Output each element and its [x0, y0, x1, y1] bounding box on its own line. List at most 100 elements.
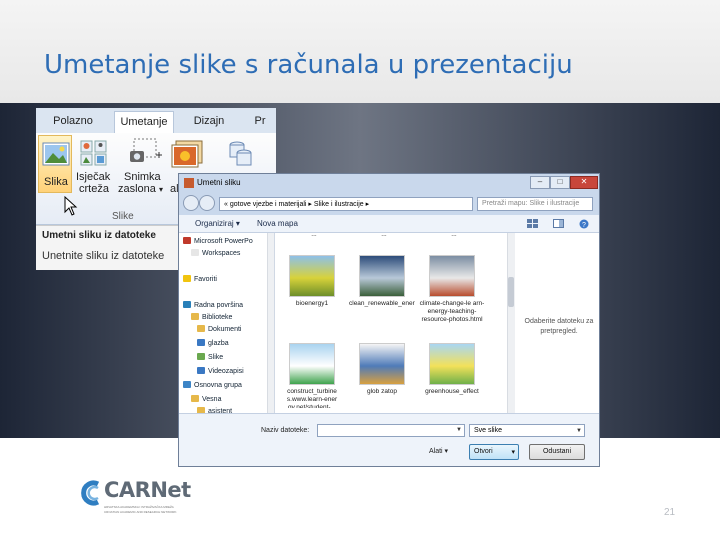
tab-partial[interactable]: Pr: [248, 111, 272, 133]
address-bar[interactable]: « gotove vjezbe i materijali ▸ Slike i i…: [219, 197, 473, 211]
nav-item-label: Dokumenti: [208, 326, 242, 333]
nav-item[interactable]: Videozapisi: [197, 367, 244, 377]
slide-title: Umetanje slike s računala u prezentaciju: [44, 50, 573, 80]
view-options-icon[interactable]: [527, 219, 539, 229]
dialog-footer: Naziv datoteke: ▼ Sve slike ▼ Alati ▾ Ot…: [179, 413, 599, 466]
file-type-value: Sve slike: [474, 427, 503, 434]
screenshot-label-1: Snimka: [124, 171, 161, 183]
folder-icon: [191, 395, 199, 402]
search-input[interactable]: Pretraži mapu: Slike i ilustracije: [477, 197, 593, 211]
nav-item[interactable]: Osnovna grupa: [183, 381, 242, 391]
dialog-app-icon: [184, 178, 194, 188]
tab-design[interactable]: Dizajn: [184, 111, 234, 133]
file-caption: ...: [381, 233, 387, 238]
mouse-cursor-icon: [64, 196, 78, 216]
nav-item[interactable]: Vesna: [191, 395, 221, 405]
picture-button[interactable]: Slika: [38, 135, 72, 193]
slide: Umetanje slike s računala u prezentaciju…: [0, 0, 720, 540]
file-thumbnail[interactable]: [429, 343, 475, 385]
file-thumbnail[interactable]: [289, 255, 335, 297]
file-caption: climate-change-le arn-energy-teaching-re…: [419, 300, 485, 323]
tooltip-text: Unetnite sliku iz datoteke: [42, 250, 165, 262]
folder-icon: [183, 275, 191, 282]
tooltip-title: Umetni sliku iz datoteke: [42, 230, 156, 241]
preview-pane: Odaberite datoteku za pretpregled.: [515, 233, 599, 413]
tools-button[interactable]: Alati ▾: [429, 447, 448, 455]
file-name-input[interactable]: ▼: [317, 424, 465, 437]
nav-item-label: Workspaces: [202, 250, 241, 257]
file-thumbnail[interactable]: [359, 343, 405, 385]
chevron-down-icon[interactable]: ▾: [511, 448, 515, 456]
open-button[interactable]: Otvori ▾: [469, 444, 519, 460]
tab-insert[interactable]: Umetanje: [114, 111, 174, 133]
nav-item[interactable]: Microsoft PowerPo: [183, 237, 253, 247]
logo-text: CARNet: [104, 478, 191, 502]
nav-item[interactable]: glazba: [197, 339, 229, 349]
file-type-select[interactable]: Sve slike ▼: [469, 424, 585, 437]
back-button[interactable]: [183, 195, 199, 211]
photo-album-icon: [171, 140, 203, 168]
nav-scrollbar[interactable]: [267, 233, 274, 413]
forward-button[interactable]: [199, 195, 215, 211]
file-thumbnail[interactable]: [359, 255, 405, 297]
nav-item-label: Vesna: [202, 396, 222, 403]
folder-icon: [191, 249, 199, 256]
file-caption: construct_turbine s.www.learn-ener gy.ne…: [286, 388, 338, 408]
nav-item-label: Biblioteke: [202, 314, 233, 321]
file-thumbnail[interactable]: [289, 343, 335, 385]
clipart-label-1: Isječak: [76, 171, 111, 183]
dialog-title: Umetni sliku: [197, 178, 241, 187]
file-thumbnail[interactable]: [429, 255, 475, 297]
nav-item-label: Microsoft PowerPo: [194, 238, 253, 245]
folder-icon: [197, 367, 205, 374]
insert-picture-dialog: Umetni sliku – □ ✕ « gotove vjezbe i mat…: [178, 173, 600, 467]
new-folder-button[interactable]: Nova mapa: [257, 219, 298, 228]
file-name-label: Naziv datoteke:: [261, 427, 310, 434]
folder-icon: [197, 325, 205, 332]
preview-pane-icon[interactable]: [553, 219, 565, 229]
organize-button[interactable]: Organiziraj ▾: [195, 219, 240, 228]
nav-item[interactable]: Biblioteke: [191, 313, 232, 323]
nav-item-label: Videozapisi: [208, 368, 244, 375]
nav-item[interactable]: Favoriti: [183, 275, 217, 285]
folder-icon: [183, 381, 191, 388]
clipart-icon: [80, 140, 107, 166]
nav-item[interactable]: Radna površina: [183, 301, 243, 311]
tab-home[interactable]: Polazno: [44, 111, 102, 133]
nav-item[interactable]: Dokumenti: [197, 325, 241, 335]
file-caption: clean_renewable_energy: [349, 300, 415, 307]
clipart-button[interactable]: Isječak crteža: [76, 137, 112, 195]
dialog-toolbar: Organiziraj ▾ Nova mapa ?: [179, 215, 599, 233]
carnet-logo-icon: [81, 480, 100, 506]
ribbon-tabs: Polazno Umetanje Dizajn Pr: [36, 108, 276, 134]
help-icon[interactable]: ?: [579, 219, 589, 229]
logo-subtitle-1: HRVATSKA AKADEMSKA I ISTRAŽIVAČKA MREŽA: [104, 505, 174, 509]
nav-item[interactable]: Workspaces: [191, 249, 240, 259]
close-button[interactable]: ✕: [570, 176, 598, 189]
file-caption: greenhouse_effect: [425, 388, 479, 395]
screenshot-label-2: zaslona ▾: [118, 183, 163, 195]
file-caption: ...: [451, 233, 457, 238]
shapes-icon[interactable]: [226, 139, 256, 169]
nav-item-label: Slike: [208, 354, 224, 361]
file-list: ......... bioenergy1 clean_renewable_energ…: [275, 233, 515, 413]
folder-icon: [197, 339, 205, 346]
file-caption: ...: [311, 233, 317, 238]
minimize-button[interactable]: –: [530, 176, 550, 189]
maximize-button[interactable]: □: [550, 176, 570, 189]
navigation-pane: Microsoft PowerPo Workspaces Favoriti Radna…: [179, 233, 275, 413]
folder-icon: [183, 237, 191, 244]
file-list-scrollbar[interactable]: [507, 233, 515, 413]
svg-text:?: ?: [582, 222, 586, 229]
screenshot-icon: [130, 138, 162, 162]
nav-item[interactable]: Slike: [197, 353, 223, 363]
nav-item-label: glazba: [208, 340, 229, 347]
folder-icon: [191, 313, 199, 320]
logo-subtitle-2: CROATIAN ACADEMIC AND RESEARCH NETWORK: [104, 510, 177, 514]
title-bar: Umetanje slike s računala u prezentaciju: [0, 0, 720, 103]
chevron-down-icon: ▼: [576, 428, 582, 434]
chevron-down-icon[interactable]: ▼: [456, 427, 462, 433]
file-list-scroll-thumb[interactable]: [508, 277, 514, 307]
screenshot-button[interactable]: Snimka zaslona ▾: [118, 137, 166, 195]
cancel-button[interactable]: Odustani: [529, 444, 585, 460]
